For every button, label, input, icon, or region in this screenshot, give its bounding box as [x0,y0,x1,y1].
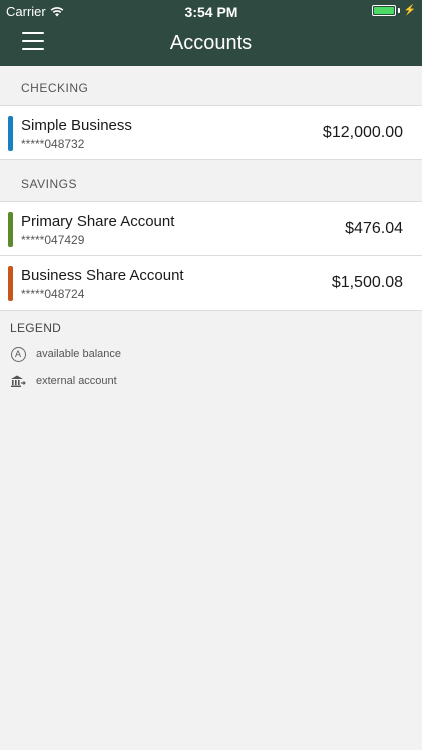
account-name: Primary Share Account [21,213,175,230]
section-header-checking: CHECKING [21,81,89,95]
account-color-bar [8,116,13,151]
battery-icon: ⚡ [371,5,416,16]
page-title: Accounts [169,32,253,54]
account-row-business-share[interactable]: Business Share Account *****048724 $1,50… [0,256,422,311]
account-balance: $12,000.00 [322,124,403,141]
account-number: *****048732 [21,137,85,151]
account-number: *****047429 [21,233,85,247]
account-row-simple-business[interactable]: Simple Business *****048732 $12,000.00 [0,105,422,160]
account-name: Simple Business [21,117,132,134]
account-color-bar [8,266,13,301]
external-account-icon [10,373,26,389]
legend-label: external account [36,375,117,387]
status-time: 3:54 PM [184,4,238,20]
account-balance: $1,500.08 [331,274,403,291]
account-row-primary-share[interactable]: Primary Share Account *****047429 $476.0… [0,201,422,256]
top-bar: Carrier 3:54 PM ⚡ Accounts [0,0,422,66]
legend-item-external-account: external account [10,372,117,390]
account-balance: $476.04 [345,220,403,237]
status-bar: Carrier 3:54 PM ⚡ [0,0,422,22]
legend-label: available balance [36,348,122,360]
account-number: *****048724 [21,287,85,301]
account-name: Business Share Account [21,267,184,284]
legend-item-available-balance: A available balance [10,345,121,363]
available-balance-icon: A [10,346,26,362]
account-color-bar [8,212,13,247]
nav-bar: Accounts [0,22,422,66]
charging-icon: ⚡ [403,5,416,16]
legend-title: LEGEND [10,321,62,335]
section-header-savings: SAVINGS [21,177,77,191]
